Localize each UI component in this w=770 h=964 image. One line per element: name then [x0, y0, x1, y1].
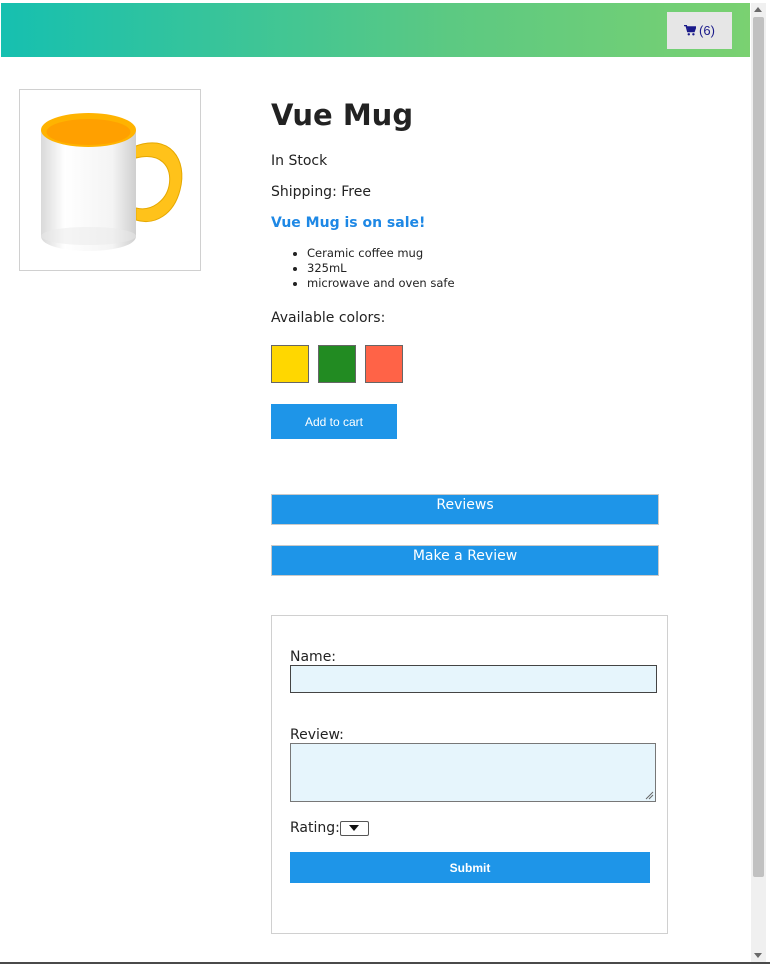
cart-button[interactable]: (6): [667, 12, 732, 49]
sale-message: Vue Mug is on sale!: [271, 215, 426, 231]
cart-count: (6): [699, 23, 715, 38]
resize-grip-icon[interactable]: [644, 790, 654, 800]
add-to-cart-button[interactable]: Add to cart: [271, 404, 397, 439]
rating-label: Rating:: [290, 820, 340, 836]
scroll-up-arrow-icon[interactable]: [754, 7, 762, 12]
product-details-list: Ceramic coffee mug 325mL microwave and o…: [271, 246, 455, 291]
shopping-cart-icon: [684, 25, 697, 36]
submit-button[interactable]: Submit: [290, 852, 650, 883]
product-title: Vue Mug: [271, 98, 414, 132]
chevron-down-icon: [349, 825, 359, 831]
list-item: Ceramic coffee mug: [307, 246, 455, 261]
list-item: microwave and oven safe: [307, 276, 455, 291]
color-swatch-yellow[interactable]: [271, 345, 309, 383]
product-image: [19, 89, 201, 271]
list-item: 325mL: [307, 261, 455, 276]
tab-reviews[interactable]: Reviews: [271, 494, 659, 525]
review-label: Review:: [290, 727, 344, 743]
shipping-info: Shipping: Free: [271, 184, 371, 200]
product-info: Vue Mug: [271, 98, 671, 132]
scroll-down-arrow-icon[interactable]: [754, 953, 762, 958]
scrollbar-thumb[interactable]: [753, 17, 764, 877]
stock-status: In Stock: [271, 153, 328, 169]
colors-label: Available colors:: [271, 310, 386, 326]
review-textarea[interactable]: [290, 743, 656, 802]
rating-select[interactable]: [340, 821, 369, 836]
name-input[interactable]: [290, 665, 657, 693]
vertical-scrollbar[interactable]: [751, 3, 766, 962]
color-swatch-red[interactable]: [365, 345, 403, 383]
color-swatch-green[interactable]: [318, 345, 356, 383]
name-label: Name:: [290, 649, 337, 665]
nav-bar: (6): [1, 3, 750, 57]
tab-make-review[interactable]: Make a Review: [271, 545, 659, 576]
mug-image-icon: [41, 113, 183, 251]
